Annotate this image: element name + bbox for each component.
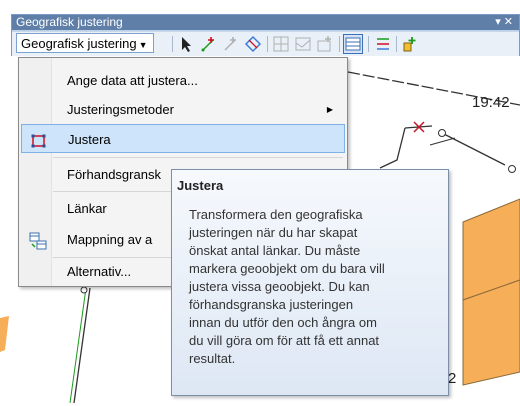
menu-item-label: Justera — [68, 132, 111, 147]
toolbar-separator — [368, 36, 369, 52]
point-marker[interactable] — [80, 286, 88, 294]
view-link-table-icon[interactable] — [343, 34, 363, 54]
menu-item-label: Alternativ... — [67, 264, 132, 279]
menu-item-label: Länkar — [67, 201, 107, 216]
adjustment-menu-label: Geografisk justering — [21, 36, 137, 51]
toolbar-separator — [339, 36, 340, 52]
new-identity-link-icon[interactable] — [272, 35, 290, 53]
point-marker[interactable] — [438, 129, 446, 137]
map-label-number: 2 — [448, 370, 457, 387]
modify-link-icon[interactable] — [222, 35, 240, 53]
displacement-link-line[interactable] — [69, 287, 87, 404]
new-link-icon[interactable] — [401, 35, 419, 53]
attribute-transfer-icon[interactable] — [374, 35, 392, 53]
road-line — [379, 127, 406, 169]
menu-item-label: Mappning av a — [67, 232, 153, 247]
georeferencing-toolbar[interactable]: Geografisk justering ▾ ✕ Geografisk just… — [11, 14, 520, 56]
menu-item-label: Förhandsgransk — [67, 167, 161, 182]
toolbar-separator — [172, 36, 173, 52]
area-of-interest-icon[interactable] — [294, 35, 312, 53]
new-displacement-link-icon[interactable] — [200, 35, 218, 53]
menu-separator — [53, 157, 343, 158]
road-line — [429, 137, 456, 146]
adjust-tooltip: Justera Transformera den geografiska jus… — [171, 169, 449, 396]
menu-item-label: Justeringsmetoder — [67, 102, 174, 117]
parcel-polygon[interactable] — [0, 316, 9, 352]
point-marker[interactable] — [508, 165, 516, 173]
menu-item-label: Ange data att justera... — [67, 73, 198, 88]
menu-item-set-data[interactable]: Ange data att justera... — [21, 66, 345, 95]
toolbar-separator — [396, 36, 397, 52]
road-line — [73, 287, 91, 404]
toolbar-separator — [267, 36, 268, 52]
map-label-time: 19:42 — [472, 94, 510, 111]
toolbar-titlebar[interactable]: Geografisk justering ▾ ✕ — [12, 15, 519, 30]
tooltip-title: Justera — [177, 178, 224, 193]
select-arrow-icon[interactable] — [178, 35, 196, 53]
menu-item-adjustment-methods[interactable]: Justeringsmetoder ▶ — [21, 95, 345, 124]
adjust-icon — [30, 131, 48, 149]
toolbar-title: Geografisk justering — [16, 15, 123, 29]
dropdown-arrow-icon: ▼ — [138, 40, 148, 50]
toolbar-body: Geografisk justering ▼ — [12, 31, 519, 56]
toolbar-window-controls[interactable]: ▾ ✕ — [495, 15, 513, 29]
submenu-arrow-icon: ▶ — [326, 105, 333, 114]
road-line — [439, 131, 506, 166]
attribute-mapping-icon — [29, 231, 47, 250]
limited-adjust-icon[interactable] — [316, 35, 334, 53]
tooltip-body: Transformera den geografiska justeringen… — [189, 207, 385, 366]
adjustment-menu-button[interactable]: Geografisk justering ▼ — [16, 33, 154, 53]
multi-displacement-icon[interactable] — [244, 35, 262, 53]
menu-item-adjust[interactable]: Justera — [21, 124, 345, 153]
